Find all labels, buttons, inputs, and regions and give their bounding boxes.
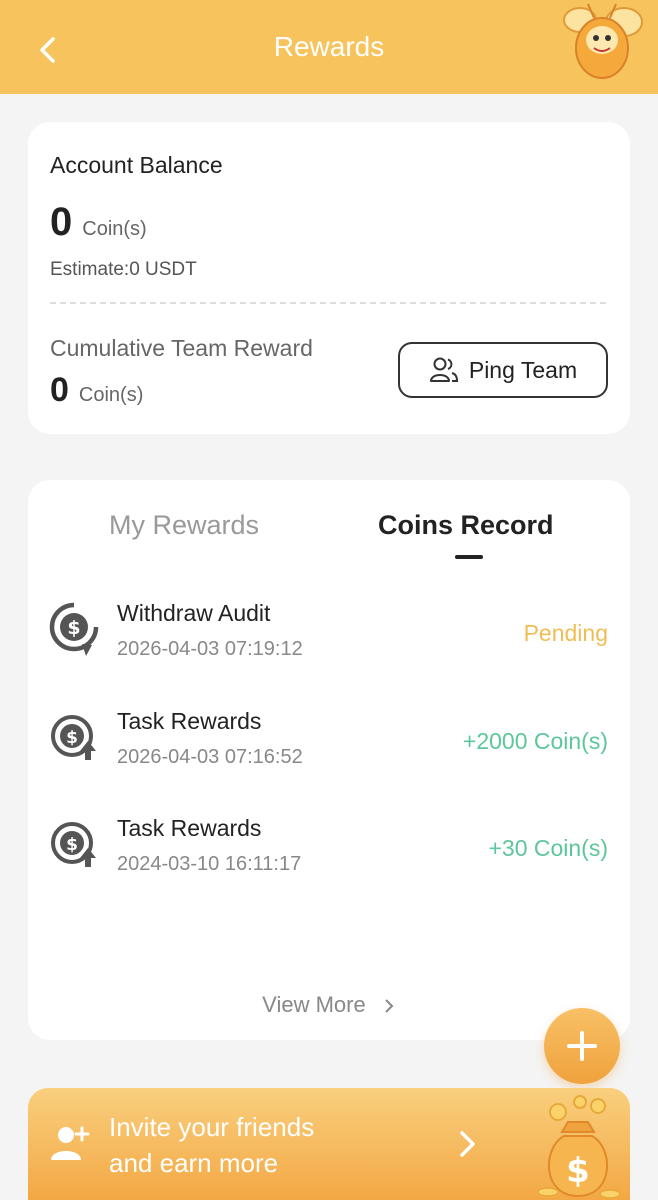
tab-coins-record[interactable]: Coins Record	[378, 510, 554, 541]
divider	[50, 302, 606, 304]
team-icon	[429, 357, 458, 382]
record-title: Withdraw Audit	[117, 600, 271, 626]
balance-unit: Coin(s)	[82, 218, 147, 240]
money-bag-icon: $	[537, 1095, 621, 1199]
bee-mascot-icon	[563, 3, 643, 79]
task-reward-icon: $	[51, 715, 96, 760]
view-more-label: View More	[262, 992, 366, 1017]
record-date: 2026-04-03 07:16:52	[117, 746, 303, 768]
record-amount: +2000 Coin(s)	[462, 728, 608, 754]
ping-team-label: Ping Team	[468, 356, 578, 383]
record-status: Pending	[523, 620, 608, 646]
tab-my-rewards[interactable]: My Rewards	[109, 510, 259, 541]
back-button[interactable]	[30, 30, 64, 70]
header-bar: Rewards	[0, 0, 658, 94]
ping-team-button[interactable]: Ping Team	[398, 342, 608, 398]
invite-text-line2: and earn more	[109, 1148, 279, 1178]
cumulative-reward-label: Cumulative Team Reward	[50, 335, 313, 361]
chevron-right-icon	[385, 999, 394, 1013]
active-tab-indicator	[455, 555, 483, 559]
balance-card: Account Balance 0 Coin(s) Estimate:0 USD…	[28, 122, 630, 434]
svg-text:$: $	[66, 835, 78, 855]
add-fab-button[interactable]	[544, 1008, 620, 1084]
page-title: Rewards	[273, 31, 385, 62]
record-date: 2026-04-03 07:19:12	[117, 638, 303, 660]
account-balance-value: 0 Coin(s)	[50, 200, 147, 245]
cumulative-unit: Coin(s)	[78, 384, 144, 406]
withdraw-audit-icon: $	[49, 602, 99, 656]
usdt-estimate: Estimate:0 USDT	[50, 259, 197, 280]
record-amount: +30 Coin(s)	[488, 835, 608, 861]
list-item[interactable]: $ Task Rewards 2026-04-03 07:16:52 +2000…	[28, 708, 630, 778]
view-more-link[interactable]: View More	[28, 992, 630, 1018]
list-item[interactable]: $ Task Rewards 2024-03-10 16:11:17 +30 C…	[28, 815, 630, 885]
record-title: Task Rewards	[117, 708, 262, 734]
balance-amount: 0	[50, 200, 73, 244]
cumulative-amount: 0	[50, 371, 69, 409]
invite-banner[interactable]: Invite your friends and earn more $	[28, 1088, 630, 1200]
account-balance-label: Account Balance	[50, 152, 223, 178]
svg-text:$: $	[66, 728, 78, 748]
chevron-left-icon	[40, 37, 55, 63]
chevron-right-icon	[460, 1131, 475, 1157]
add-user-icon	[51, 1126, 90, 1160]
svg-text:$: $	[566, 1151, 590, 1191]
plus-icon	[567, 1031, 597, 1061]
task-reward-icon: $	[51, 822, 96, 867]
records-card: My Rewards Coins Record $ Withdraw Audit…	[28, 480, 630, 1040]
record-date: 2024-03-10 16:11:17	[117, 853, 302, 875]
cumulative-reward-value: 0 Coin(s)	[50, 371, 143, 410]
svg-text:$: $	[67, 617, 80, 639]
invite-text-line1: Invite your friends	[109, 1112, 315, 1142]
record-title: Task Rewards	[117, 815, 262, 841]
list-item[interactable]: $ Withdraw Audit 2026-04-03 07:19:12 Pen…	[28, 600, 630, 670]
